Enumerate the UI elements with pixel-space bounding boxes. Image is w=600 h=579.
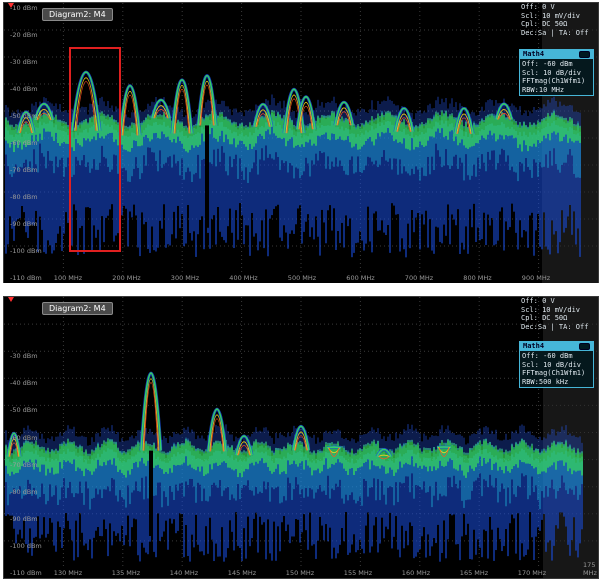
x-axis-label: 155 MHz [343, 569, 373, 577]
diagram-tab[interactable]: Diagram2: M4 [42, 8, 113, 21]
x-axis-label: 800 MHz [463, 274, 492, 282]
y-axis-label: -20 dBm [10, 31, 38, 39]
y-axis-label: -60 dBm [10, 433, 38, 442]
x-axis-label: 900 MHz [521, 274, 551, 282]
channel-scale: Scl: 10 mV/div [521, 305, 581, 314]
channel-info: Off: 0 V Scl: 10 mV/div Cpl: DC 50Ω Dec:… [521, 297, 594, 331]
channel-offset: Off: 0 V [521, 3, 555, 11]
y-axis-label: -30 dBm [10, 352, 38, 361]
channel-scale: Scl: 10 mV/div [521, 11, 581, 20]
x-axis-label: 500 MHz [287, 274, 317, 282]
y-axis-label: -90 dBm [10, 514, 38, 523]
channel-coupling: Cpl: DC 50Ω [521, 314, 568, 323]
channel-decimation: Dec:Sa | TA: Off [521, 28, 589, 37]
diagram-tab[interactable]: Diagram2: M4 [42, 302, 113, 315]
channel-decimation: Dec:Sa | TA: Off [521, 322, 589, 331]
y-axis-label: -110 dBm [10, 274, 42, 282]
x-axis-label: 200 MHz [112, 274, 141, 282]
math-rbw: RBW:10 MHz [522, 85, 565, 94]
x-axis-label: 170 MHz [517, 569, 547, 577]
y-axis-label: -80 dBm [10, 487, 38, 496]
y-axis-label: -10 dBm [10, 4, 38, 12]
math-title: Math4 [523, 50, 545, 59]
math-info-box[interactable]: Math4 Off: -60 dBm Scl: 10 dB/div FFTmag… [519, 49, 594, 97]
channel-offset: Off: 0 V [521, 297, 555, 305]
x-axis-label: 300 MHz [170, 274, 200, 282]
x-axis-label: 145 MHz [227, 569, 257, 577]
math-info-box[interactable]: Math4 Off: -60 dBm Scl: 10 dB/div FFTmag… [519, 341, 594, 389]
y-axis-label: -50 dBm [10, 406, 38, 415]
x-axis-label: 160 MHz [401, 569, 431, 577]
trigger-marker-icon [8, 297, 14, 302]
math-toggle-icon[interactable] [579, 51, 590, 58]
channel-coupling: Cpl: DC 50Ω [521, 20, 568, 29]
y-axis-label: -50 dBm [10, 112, 38, 120]
y-axis-label: -110 dBm [10, 569, 42, 577]
math-scale: Scl: 10 dB/div [522, 360, 582, 369]
spectrum-trace-group [5, 371, 583, 562]
bottom-spectrum-diagram[interactable]: Diagram2: M4 -30 dBm -40 dBm -50 dBm -60 dB… [3, 296, 599, 579]
bottom-spectrum-plot [4, 297, 598, 578]
channel-info: Off: 0 V Scl: 10 mV/div Cpl: DC 50Ω Dec:… [521, 3, 594, 37]
math-toggle-icon[interactable] [579, 343, 590, 350]
math-function: FFTmag(Ch1Wfm1) [522, 77, 586, 86]
math-rbw: RBW:500 kHz [522, 377, 569, 386]
y-axis-label: -100 dBm [10, 541, 42, 550]
panel-divider [0, 283, 600, 295]
y-axis-label: -40 dBm [10, 379, 38, 388]
x-axis-label: 100 MHz [53, 274, 83, 282]
math-offset: Off: -60 dBm [522, 352, 573, 360]
y-axis-label: -70 dBm [10, 166, 38, 174]
x-axis-label: 700 MHz [404, 274, 434, 282]
math-header: Math4 [520, 342, 593, 351]
x-axis-label: 600 MHz [346, 274, 375, 282]
math-title: Math4 [523, 342, 545, 351]
y-axis-label: -30 dBm [10, 58, 38, 66]
math-header: Math4 [520, 50, 593, 59]
y-axis-label: -100 dBm [10, 247, 42, 255]
top-spectrum-diagram[interactable]: Diagram2: M4 -10 dBm -20 dBm -30 dBm -40 dB… [3, 2, 599, 284]
math-scale: Scl: 10 dB/div [522, 68, 582, 77]
math-function: FFTmag(Ch1Wfm1) [522, 369, 586, 378]
y-axis-label: -60 dBm [10, 139, 38, 147]
x-axis-label: 150 MHz [285, 569, 315, 577]
x-axis-label: 140 MHz [169, 569, 199, 577]
x-axis-label: 135 MHz [111, 569, 141, 577]
highlight-box [69, 47, 121, 252]
x-axis-label: 130 MHz [53, 569, 83, 577]
math-offset: Off: -60 dBm [522, 60, 573, 68]
x-axis-label: 400 MHz [229, 274, 258, 282]
y-axis-label: -80 dBm [10, 193, 38, 201]
y-axis-label: -90 dBm [10, 220, 38, 228]
x-axis-label: 175 MHz [583, 561, 597, 577]
y-axis-label: -40 dBm [10, 85, 38, 93]
y-axis-label: -70 dBm [10, 460, 38, 469]
x-axis-label: 165 MHz [459, 569, 489, 577]
